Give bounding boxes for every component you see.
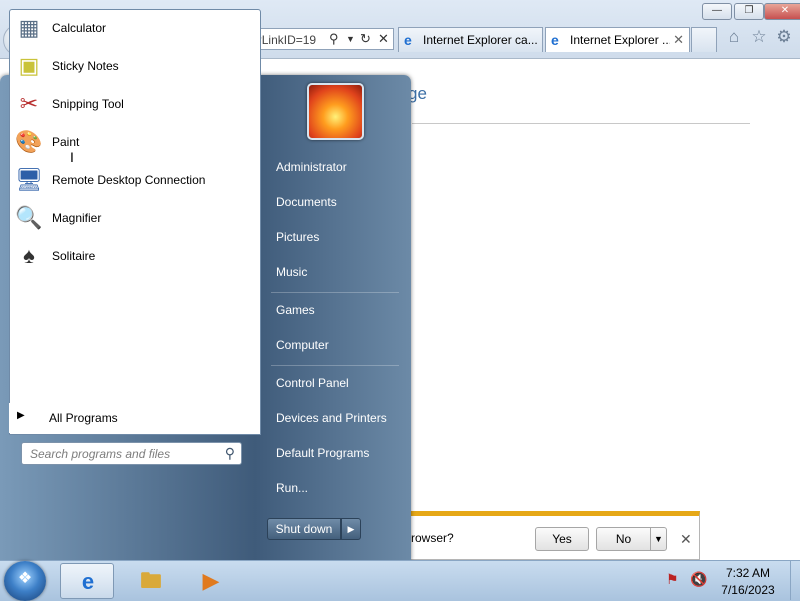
text-cursor-icon: I [70, 149, 74, 165]
taskbar-media-player[interactable]: ▶ [184, 563, 238, 599]
remote-desktop-icon: 🖥 [15, 167, 43, 192]
program-sticky-notes[interactable]: ▣ Sticky Notes [10, 48, 260, 86]
tab-2-active[interactable]: e Internet Explorer ... ✕ [545, 27, 690, 52]
divider [271, 292, 399, 293]
start-button[interactable]: ❖ [4, 561, 46, 601]
all-programs-button[interactable]: ▶ All Programs [9, 403, 259, 433]
program-label: Sticky Notes [52, 59, 119, 73]
notification-bar: rowser? Yes No ▼ ✕ [400, 511, 700, 560]
all-programs-label: All Programs [49, 411, 118, 425]
link-devices-printers[interactable]: Devices and Printers [276, 411, 387, 425]
maximize-button[interactable]: ❐ [734, 3, 764, 20]
link-administrator[interactable]: Administrator [276, 160, 347, 174]
program-label: Solitaire [52, 249, 96, 263]
magnifier-icon: 🔍 [15, 205, 43, 230]
program-magnifier[interactable]: 🔍 Magnifier [10, 200, 260, 238]
link-default-programs[interactable]: Default Programs [276, 446, 369, 460]
sticky-notes-icon: ▣ [18, 53, 40, 78]
internet-explorer-icon: e [81, 569, 95, 594]
divider [412, 123, 750, 124]
search-input[interactable]: Search programs and files ⚲ [21, 442, 242, 465]
program-label: Snipping Tool [52, 97, 124, 111]
folder-icon: 🖿 [139, 568, 162, 593]
taskbar-internet-explorer[interactable]: e [60, 563, 114, 599]
paint-icon: 🎨 [15, 129, 43, 154]
yes-button[interactable]: Yes [535, 527, 589, 551]
divider [271, 365, 399, 366]
notification-text: rowser? [411, 531, 454, 545]
action-center-flag-icon[interactable]: ⚑ [666, 571, 679, 588]
no-dropdown-arrow[interactable]: ▼ [650, 527, 667, 551]
program-paint[interactable]: 🎨 Paint [10, 124, 260, 162]
close-tab-icon[interactable]: ✕ [673, 32, 684, 48]
link-games[interactable]: Games [276, 303, 315, 317]
link-pictures[interactable]: Pictures [276, 230, 319, 244]
search-placeholder: Search programs and files [30, 447, 171, 461]
favorites-icon[interactable]: ☆ [749, 27, 769, 47]
user-avatar[interactable] [307, 83, 364, 140]
program-solitaire[interactable]: ♠ Solitaire [10, 238, 260, 276]
clock-date[interactable]: 7/16/2023 [716, 583, 780, 597]
link-documents[interactable]: Documents [276, 195, 337, 209]
stop-icon[interactable]: ✕ [378, 31, 389, 47]
start-menu-programs-pane: ▦ Calculator ▣ Sticky Notes ✂ Snipping T… [9, 9, 261, 435]
volume-muted-icon[interactable]: 🔇 [690, 571, 707, 588]
taskbar-explorer[interactable]: 🖿 [124, 563, 178, 599]
tab-label: Internet Explorer ... [570, 33, 670, 47]
link-computer[interactable]: Computer [276, 338, 329, 352]
program-label: Magnifier [52, 211, 102, 225]
tab-label: Internet Explorer ca... [423, 33, 538, 47]
calculator-icon: ▦ [18, 15, 40, 40]
taskbar: ❖ e 🖿 ▶ [0, 560, 800, 601]
search-icon[interactable]: ⚲ [329, 31, 339, 47]
tools-gear-icon[interactable]: ⚙ [774, 27, 794, 47]
minimize-button[interactable]: — [702, 3, 732, 20]
new-tab-button[interactable] [691, 27, 717, 52]
refresh-icon[interactable]: ↻ [360, 31, 371, 47]
dropdown-icon[interactable]: ▼ [346, 34, 355, 44]
home-icon[interactable]: ⌂ [724, 27, 744, 47]
snipping-tool-icon: ✂ [19, 91, 39, 116]
show-desktop-button[interactable] [790, 561, 800, 600]
program-snipping-tool[interactable]: ✂ Snipping Tool [10, 86, 260, 124]
search-icon[interactable]: ⚲ [225, 445, 235, 462]
program-calculator[interactable]: ▦ Calculator [10, 10, 260, 48]
close-notification-icon[interactable]: ✕ [680, 531, 692, 548]
close-window-button[interactable]: ✕ [764, 3, 800, 20]
shutdown-options-arrow[interactable]: ▶ [341, 518, 361, 540]
program-label: Remote Desktop Connection [52, 173, 206, 187]
tab-1[interactable]: e Internet Explorer ca... [398, 27, 543, 52]
ie-tab-icon: e [551, 32, 559, 48]
program-label: Calculator [52, 21, 107, 35]
link-music[interactable]: Music [276, 265, 307, 279]
program-label: Paint [52, 135, 80, 149]
ie-tab-icon: e [404, 32, 412, 48]
program-remote-desktop[interactable]: 🖥 Remote Desktop Connection [10, 162, 260, 200]
link-control-panel[interactable]: Control Panel [276, 376, 349, 390]
triangle-right-icon: ▶ [17, 410, 25, 421]
clock-time[interactable]: 7:32 AM [716, 566, 780, 580]
no-button[interactable]: No [596, 527, 651, 551]
windows-logo-icon: ❖ [17, 570, 33, 587]
shutdown-button[interactable]: Shut down [267, 518, 341, 540]
link-run[interactable]: Run... [276, 481, 308, 495]
solitaire-icon: ♠ [23, 243, 35, 268]
media-player-icon: ▶ [202, 568, 220, 593]
